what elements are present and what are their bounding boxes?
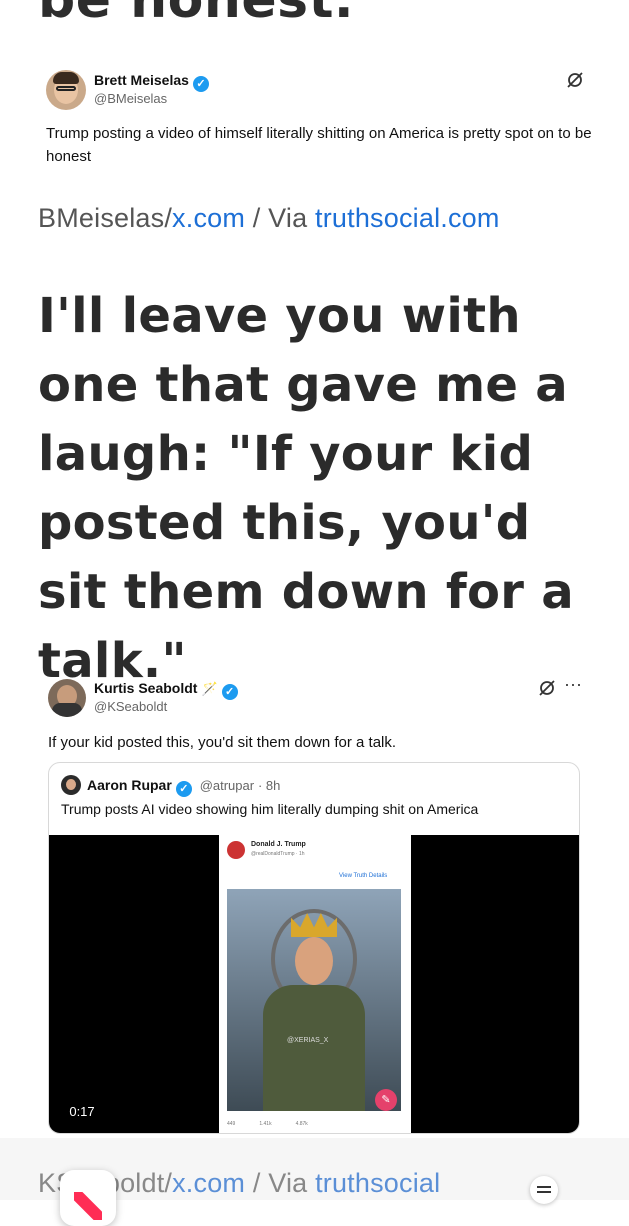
quote-time: · 8h — [257, 778, 281, 793]
magic-wand-icon: 🪄 — [201, 681, 218, 696]
quote-text: Trump posts AI video showing him literal… — [61, 801, 479, 817]
author-handle: @KSeaboldt — [94, 699, 168, 714]
video-player[interactable]: Donald J. Trump @realDonaldTrump · 1h Vi… — [49, 835, 579, 1133]
quote-author: Aaron Rupar ✓ @atrupar · 8h — [87, 777, 280, 797]
edit-icon: ✎ — [375, 1089, 397, 1111]
section-heading-fragment: be honest. — [38, 0, 355, 30]
avatar — [48, 679, 86, 717]
embedded-tweet-1[interactable]: Brett Meiselas ✓ @BMeiselas Trump posting… — [24, 48, 614, 188]
unlink-icon[interactable] — [566, 71, 584, 89]
tweet-author: Brett Meiselas ✓ — [94, 72, 209, 92]
credit-link-x[interactable]: x.com — [172, 203, 245, 233]
more-options-icon[interactable]: ··· — [564, 674, 582, 695]
credit-source: BMeiselas/ — [38, 203, 173, 233]
verified-badge-icon: ✓ — [175, 781, 192, 797]
verified-badge-icon: ✓ — [221, 684, 238, 700]
author-handle: @BMeiselas — [94, 91, 168, 106]
inner-link: View Truth Details — [339, 873, 388, 879]
credit-link-x[interactable]: x.com — [172, 1168, 245, 1198]
stat-retweets: 1.41k — [259, 1121, 272, 1127]
unlink-icon[interactable] — [538, 679, 556, 697]
author-name: Brett Meiselas — [94, 72, 189, 88]
news-app-icon[interactable] — [60, 1170, 116, 1226]
verified-badge-icon: ✓ — [192, 76, 209, 92]
avatar — [61, 775, 81, 795]
stat-likes: 4.87k — [295, 1121, 308, 1127]
credit-separator: / Via — [245, 203, 316, 233]
avatar — [46, 70, 86, 110]
watermark: @XERIAS_X — [287, 1037, 329, 1044]
tweet-text: If your kid posted this, you'd sit them … — [48, 734, 397, 751]
credit-link-truthsocial[interactable]: truthsocial — [315, 1168, 440, 1198]
stat-replies: 449 — [227, 1121, 236, 1127]
avatar — [227, 841, 245, 859]
quote-author-handle: @atrupar — [199, 778, 255, 793]
ai-image: @XERIAS_X ✎ — [227, 889, 401, 1111]
tweet-author: Kurtis Seaboldt 🪄 ✓ — [94, 680, 238, 700]
quote-author-name: Aaron Rupar — [87, 777, 172, 793]
article-paragraph: I'll leave you with one that gave me a l… — [38, 288, 574, 689]
image-credit: BMeiselas/x.com / Via truthsocial.com — [38, 203, 500, 234]
tweet-text: Trump posting a video of himself literal… — [46, 125, 592, 165]
video-frame: Donald J. Trump @realDonaldTrump · 1h Vi… — [219, 835, 411, 1133]
author-name: Kurtis Seaboldt — [94, 680, 198, 696]
credit-link-truthsocial[interactable]: truthsocial.com — [315, 203, 500, 233]
inner-name: Donald J. Trump — [251, 841, 306, 848]
video-duration: 0:17 — [61, 1101, 103, 1123]
inner-handle: @realDonaldTrump · 1h — [251, 851, 305, 857]
credit-separator: / Via — [245, 1168, 316, 1198]
quoted-tweet[interactable]: Aaron Rupar ✓ @atrupar · 8h Trump posts A… — [48, 762, 580, 1134]
inner-stats: 449 1.41k 4.87k — [227, 1121, 401, 1127]
